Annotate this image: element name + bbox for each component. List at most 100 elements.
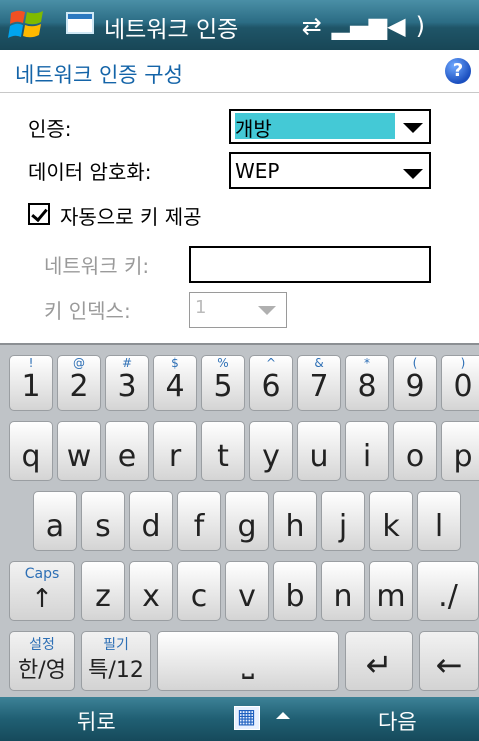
key-v[interactable]: v (225, 561, 269, 621)
symbol-toggle-key[interactable]: 필기 특/12 (81, 631, 151, 691)
key-8[interactable]: * 8 (345, 355, 389, 411)
key-k[interactable]: k (369, 491, 413, 551)
key-label: i (362, 439, 372, 474)
key-w[interactable]: w (57, 421, 101, 481)
key-u[interactable]: u (297, 421, 341, 481)
key-m[interactable]: m (369, 561, 413, 621)
caps-key[interactable]: Caps ↑ (9, 561, 75, 621)
key-label: 5 (213, 369, 233, 404)
key-7[interactable]: & 7 (297, 355, 341, 411)
key-label: v (238, 579, 256, 614)
space-key[interactable]: ⎵ (157, 631, 339, 691)
key-j[interactable]: j (321, 491, 365, 551)
softkey-bar: 뒤로 다음 (0, 697, 479, 741)
encryption-label: 데이터 암호화: (28, 160, 152, 184)
lang-toggle-key[interactable]: 설정 한/영 (9, 631, 75, 691)
key-r[interactable]: r (153, 421, 197, 481)
key-o[interactable]: o (393, 421, 437, 481)
key-t[interactable]: t (201, 421, 245, 481)
key-label: l (434, 509, 444, 544)
key-label: x (142, 579, 160, 614)
key-3[interactable]: #3 (105, 355, 149, 411)
key-p[interactable]: p (441, 421, 479, 481)
key-symbol: ! (28, 356, 34, 370)
key-5[interactable]: % 5 (201, 355, 245, 411)
page-title: 네트워크 인증 구성 (15, 63, 183, 87)
key-label: p (453, 439, 473, 474)
chevron-up-icon[interactable] (276, 712, 290, 719)
connectivity-icon[interactable]: ⇄ (302, 12, 332, 40)
key-4[interactable]: $4 (153, 355, 197, 411)
backspace-icon: ← (435, 646, 463, 684)
key-0[interactable]: ) 0 (441, 355, 479, 411)
key-symbol: % (217, 356, 229, 370)
key-symbol: ( (412, 356, 418, 370)
chevron-down-icon (403, 123, 423, 133)
key-label: 8 (357, 369, 377, 404)
key-label: 6 (261, 369, 281, 404)
signal-strength-icon[interactable]: ▂▄▆ (332, 12, 387, 40)
auth-select[interactable]: 개방 (229, 109, 431, 144)
encryption-select-value: WEP (235, 159, 280, 183)
key-e[interactable]: e (105, 421, 149, 481)
key-label: 7 (309, 369, 329, 404)
key-a[interactable]: a (33, 491, 77, 551)
key-z[interactable]: z (81, 561, 125, 621)
enter-icon: ↵ (365, 646, 393, 684)
auto-key-label: 자동으로 키 제공 (60, 205, 202, 229)
auth-label: 인증: (28, 117, 72, 141)
key-2[interactable]: @2 (57, 355, 101, 411)
key-6[interactable]: ^ 6 (249, 355, 293, 411)
help-icon[interactable]: ? (445, 58, 471, 84)
next-softkey[interactable]: 다음 (378, 706, 417, 736)
key-f[interactable]: f (177, 491, 221, 551)
key-s[interactable]: s (81, 491, 125, 551)
key-label: j (338, 509, 348, 544)
key-c[interactable]: c (177, 561, 221, 621)
key-b[interactable]: b (273, 561, 317, 621)
key-label: o (405, 439, 425, 474)
enter-key[interactable]: ↵ (345, 631, 413, 691)
key-9[interactable]: (9 (393, 355, 437, 411)
key-l[interactable]: l (417, 491, 461, 551)
auth-select-value: 개방 (235, 113, 395, 141)
key-x[interactable]: x (129, 561, 173, 621)
key-label: y (262, 439, 280, 474)
key-1[interactable]: ! 1 (9, 355, 53, 411)
key-label: z (95, 579, 111, 614)
key-label: 0 (453, 369, 473, 404)
lang-label: 한/영 (18, 658, 66, 683)
key-n[interactable]: n (321, 561, 365, 621)
keyboard-icon[interactable] (234, 704, 260, 730)
key-y[interactable]: y (249, 421, 293, 481)
network-key-label: 네트워크 키: (44, 254, 150, 278)
key-label: e (117, 439, 137, 474)
key-i[interactable]: i (345, 421, 389, 481)
key-label: d (141, 509, 161, 544)
key-d[interactable]: d (129, 491, 173, 551)
key-label: n (333, 579, 353, 614)
auto-key-checkbox[interactable] (28, 203, 50, 225)
key-label: ./ (438, 579, 458, 614)
key-q[interactable]: q (9, 421, 53, 481)
network-key-input[interactable] (189, 246, 431, 283)
key-symbol: & (314, 356, 324, 370)
key-dot-slash[interactable]: ./ (417, 561, 479, 621)
key-label: 1 (21, 369, 41, 404)
volume-icon[interactable]: ◀) (387, 12, 435, 40)
page-header: 네트워크 인증 구성 ? (0, 50, 479, 93)
key-label: g (237, 509, 257, 544)
key-label: t (217, 439, 229, 474)
key-g[interactable]: g (225, 491, 269, 551)
backspace-key[interactable]: ← (419, 631, 479, 691)
status-icons[interactable]: ⇄▂▄▆◀) (302, 12, 435, 40)
key-index-select[interactable]: 1 (189, 292, 287, 328)
space-bar-icon: ⎵ (242, 645, 254, 680)
title-bar: 네트워크 인증 ⇄▂▄▆◀) (0, 0, 479, 50)
encryption-select[interactable]: WEP (229, 152, 431, 189)
key-label: 4 (165, 369, 185, 404)
key-h[interactable]: h (273, 491, 317, 551)
back-softkey[interactable]: 뒤로 (77, 706, 116, 736)
chevron-down-icon (403, 169, 423, 179)
windows-start-icon[interactable] (8, 7, 46, 43)
